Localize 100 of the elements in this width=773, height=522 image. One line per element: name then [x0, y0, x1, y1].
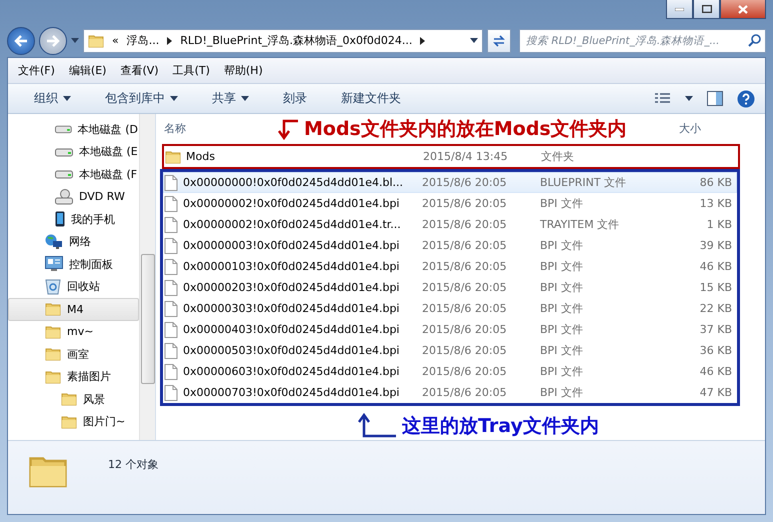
file-name-text: Mods — [186, 150, 215, 163]
file-row[interactable]: Mods 2015/8/4 13:45 文件夹 — [164, 146, 738, 167]
date-cell-text: 2015/8/4 13:45 — [423, 150, 509, 163]
sidebar-item[interactable]: M4 — [8, 298, 139, 320]
drive-icon — [55, 124, 72, 134]
file-row[interactable]: 0x00000000!0x0f0d0245d4dd01e4.bl... 2015/8/6 20:05 BLUEPRINT 文件 86 KB — [163, 172, 737, 193]
date-cell-text: 2015/8/6 20:05 — [422, 323, 508, 336]
folder-icon — [61, 391, 77, 408]
sidebar-item[interactable]: 控制面板 — [8, 253, 139, 276]
folder-icon — [88, 32, 104, 49]
address-bar[interactable]: « 浮岛... RLD!_BluePrint_浮岛.森林物语_0x0f0d024... — [83, 28, 483, 53]
file-row[interactable]: 0x00000503!0x0f0d0245d4dd01e4.bpi 2015/8/6 20:05 BPI 文件 36 KB — [163, 340, 737, 361]
file-icon — [164, 196, 178, 212]
toolbar-button[interactable]: 组织 — [24, 90, 81, 107]
file-row[interactable]: 0x00000603!0x0f0d0245d4dd01e4.bpi 2015/8/6 20:05 BPI 文件 46 KB — [163, 361, 737, 382]
date-cell-text: 2015/8/6 20:05 — [422, 365, 508, 378]
file-name-text: 0x00000703!0x0f0d0245d4dd01e4.bpi — [183, 386, 400, 399]
forward-button[interactable] — [39, 26, 67, 55]
sidebar-item[interactable]: 素描图片 — [8, 366, 139, 388]
help-icon[interactable] — [737, 90, 755, 108]
file-icon — [164, 258, 178, 274]
file-name-text: 0x00000503!0x0f0d0245d4dd01e4.bpi — [183, 344, 400, 357]
menu-item[interactable]: 查看(V) — [120, 63, 159, 78]
type-cell-text: 文件夹 — [541, 149, 575, 164]
date-cell-text: 2015/8/6 20:05 — [422, 197, 508, 210]
size-cell-text: 39 KB — [698, 239, 733, 252]
address-crumb[interactable]: RLD!_BluePrint_浮岛.森林物语_0x0f0d024... — [180, 33, 412, 48]
file-name-text: 0x00000403!0x0f0d0245d4dd01e4.bpi — [183, 323, 400, 336]
column-header[interactable]: 名称 — [164, 120, 186, 136]
file-icon — [164, 384, 178, 400]
maximize-icon — [702, 5, 712, 13]
file-row[interactable]: 0x00000303!0x0f0d0245d4dd01e4.bpi 2015/8/6 20:05 BPI 文件 22 KB — [163, 298, 737, 319]
control-panel-icon — [45, 256, 63, 272]
size-cell-text: 86 KB — [698, 176, 733, 189]
sidebar-item[interactable]: 风景 — [8, 388, 139, 410]
maximize-button[interactable] — [693, 0, 720, 19]
sidebar-item[interactable]: 本地磁盘 (E — [8, 140, 139, 163]
view-options-icon[interactable] — [655, 92, 671, 104]
file-name-text: 0x00000002!0x0f0d0245d4dd01e4.tr... — [183, 218, 401, 231]
file-name-text: 0x00000002!0x0f0d0245d4dd01e4.bpi — [183, 197, 400, 210]
sidebar-item[interactable]: DVD RW — [8, 186, 139, 208]
date-cell-text: 2015/8/6 20:05 — [422, 260, 508, 273]
type-cell-text: BPI 文件 — [540, 196, 584, 211]
sidebar-item-label: M4 — [67, 302, 84, 316]
sidebar-item-label: mv~ — [67, 325, 94, 338]
file-icon — [164, 216, 178, 232]
sidebar-item[interactable]: 回收站 — [8, 276, 139, 298]
arrow-icon — [358, 412, 398, 440]
annotation-text: 这里的放Tray文件夹内 — [402, 414, 599, 439]
sidebar-item[interactable]: 本地磁盘 (F — [8, 163, 139, 186]
sidebar-item[interactable]: 画室 — [8, 343, 139, 366]
address-crumb[interactable]: 浮岛... — [126, 33, 160, 48]
sidebar-item[interactable]: 网络 — [8, 230, 139, 253]
date-cell-text: 2015/8/6 20:05 — [422, 344, 508, 357]
size-cell-text: 1 KB — [706, 218, 733, 231]
scrollbar[interactable] — [139, 114, 155, 440]
type-cell-text: BPI 文件 — [540, 238, 584, 253]
back-button[interactable] — [7, 26, 35, 55]
size-cell-text: 36 KB — [698, 344, 733, 357]
type-cell-text: TRAYITEM 文件 — [540, 217, 620, 232]
sidebar-item[interactable]: mv~ — [8, 320, 139, 343]
file-name-text: 0x00000003!0x0f0d0245d4dd01e4.bpi — [183, 239, 400, 252]
sidebar-item[interactable]: 我的手机 — [8, 208, 139, 230]
column-header[interactable]: 大小 — [679, 120, 701, 136]
file-icon — [164, 238, 178, 254]
toolbar-button[interactable]: 刻录 — [273, 90, 317, 107]
folder-icon — [45, 324, 61, 340]
sidebar-item-label: 我的手机 — [71, 212, 115, 227]
file-row[interactable]: 0x00000003!0x0f0d0245d4dd01e4.bpi 2015/8/6 20:05 BPI 文件 39 KB — [163, 235, 737, 256]
address-overflow[interactable]: « — [112, 34, 119, 48]
drive-icon — [55, 169, 73, 180]
date-cell-text: 2015/8/6 20:05 — [422, 281, 508, 294]
folder-icon — [165, 148, 181, 164]
size-cell-text: 47 KB — [698, 386, 733, 399]
file-row[interactable]: 0x00000103!0x0f0d0245d4dd01e4.bpi 2015/8/6 20:05 BPI 文件 46 KB — [163, 256, 737, 277]
refresh-icon — [492, 34, 506, 48]
folder-icon — [61, 414, 77, 430]
sidebar-item[interactable]: 图片门~ — [8, 410, 139, 433]
menu-item[interactable]: 工具(T) — [172, 63, 210, 78]
date-cell-text: 2015/8/6 20:05 — [422, 239, 508, 252]
file-row[interactable]: 0x00000002!0x0f0d0245d4dd01e4.tr... 2015/8/6 20:05 TRAYITEM 文件 1 KB — [163, 214, 737, 235]
menu-item[interactable]: 编辑(E) — [68, 63, 106, 78]
toolbar-button[interactable]: 包含到库中 — [95, 90, 188, 107]
sidebar-item[interactable]: 本地磁盘 (D — [8, 118, 139, 140]
file-name-text: 0x00000000!0x0f0d0245d4dd01e4.bl... — [183, 176, 403, 189]
search-field[interactable]: 搜索 RLD!_BluePrint_浮岛.森林物语_... — [519, 28, 766, 53]
refresh-button[interactable] — [487, 28, 511, 53]
file-row[interactable]: 0x00000002!0x0f0d0245d4dd01e4.bpi 2015/8/6 20:05 BPI 文件 13 KB — [163, 193, 737, 214]
sidebar-item-label: 图片门~ — [83, 414, 126, 430]
menu-item[interactable]: 帮助(H) — [224, 63, 263, 78]
menu-item[interactable]: 文件(F) — [18, 63, 55, 78]
close-button[interactable] — [720, 0, 766, 19]
preview-pane-icon[interactable] — [707, 91, 723, 106]
file-row[interactable]: 0x00000403!0x0f0d0245d4dd01e4.bpi 2015/8/6 20:05 BPI 文件 37 KB — [163, 319, 737, 340]
sidebar-item-label: 回收站 — [67, 279, 100, 294]
toolbar-button[interactable]: 新建文件夹 — [331, 90, 411, 107]
file-row[interactable]: 0x00000703!0x0f0d0245d4dd01e4.bpi 2015/8/6 20:05 BPI 文件 47 KB — [163, 382, 737, 403]
file-row[interactable]: 0x00000203!0x0f0d0245d4dd01e4.bpi 2015/8/6 20:05 BPI 文件 15 KB — [163, 277, 737, 298]
minimize-button[interactable] — [666, 0, 693, 19]
toolbar-button[interactable]: 共享 — [202, 90, 259, 107]
